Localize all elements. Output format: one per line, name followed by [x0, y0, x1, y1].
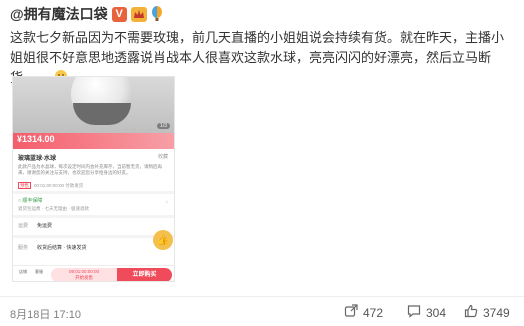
shop-icon: 店铺 [19, 269, 27, 274]
service-value: 收货后结算 · 快速发货 [37, 245, 87, 251]
product-screenshot[interactable]: 1/3 ¥1314.00 玻璃蓝球·水球 收藏 此款产品为水晶球，每次设定时间内… [12, 76, 175, 282]
buy-now-button: 立即购买 [117, 268, 172, 281]
shipping-label: 运费 [18, 223, 29, 229]
delivery-guarantee-sub: 退货包运费 · 七天无理由 · 极速退款 [18, 206, 89, 211]
like-count: 3749 [483, 305, 510, 320]
divider [13, 215, 174, 218]
divider [13, 235, 174, 238]
author-name[interactable]: @拥有魔法口袋 [10, 4, 108, 24]
like-button[interactable]: 3749 [464, 304, 510, 321]
product-image: 1/3 [13, 77, 174, 133]
price-bar: ¥1314.00 [13, 133, 174, 149]
delivery-guarantee: ○ 顺丰保障 [18, 198, 43, 204]
presale-text: 00:01:00:00:00 付款发货 [34, 183, 84, 188]
comment-icon [407, 304, 421, 321]
sticker-icon: 👍 [153, 230, 173, 250]
service-label: 服务 [18, 245, 29, 251]
repost-count: 472 [363, 305, 384, 320]
customer-service-icon: 客服 [35, 269, 43, 274]
globe-base [73, 103, 131, 125]
comment-button[interactable]: 304 [407, 304, 446, 321]
presale-tag: 预售 [18, 182, 31, 189]
thumbs-up-icon [464, 304, 478, 321]
countdown-label: 开始发售 [75, 275, 93, 280]
product-description: 此款产品为水晶球，每次设定时间内会补充库存，当前暂无货，请稍后再来，谢谢您的关注… [18, 164, 162, 175]
product-bottom-bar: 店铺 客服 09:01:00:00:00 开始发售 立即购买 [13, 265, 174, 281]
favorite-button: 收藏 [157, 154, 168, 160]
balloon-icon [151, 6, 163, 22]
product-price: ¥1314.00 [17, 134, 55, 144]
weibo-post-card: @拥有魔法口袋 V 这款七夕新品因为不需要玫瑰，前几天直播的小姐姐说会持续有货。… [0, 0, 524, 326]
post-date[interactable]: 8月18日 17:10 [10, 306, 81, 322]
countdown-pill: 09:01:00:00:00 开始发售 [51, 268, 117, 281]
chevron-right-icon: › [165, 199, 168, 206]
post-header: @拥有魔法口袋 V [10, 4, 163, 24]
image-page-indicator: 1/3 [157, 123, 170, 129]
member-badge-icon [130, 6, 147, 22]
verified-icon: V [111, 6, 127, 22]
divider [13, 191, 174, 194]
presale-row: 预售 00:01:00:00:00 付款发货 [18, 182, 84, 189]
product-title: 玻璃蓝球·水球 [18, 156, 56, 162]
comment-count: 304 [426, 305, 447, 320]
repost-icon [344, 304, 358, 321]
shipping-value: 免运费 [37, 223, 53, 229]
post-footer: 8月18日 17:10 472 304 3749 [0, 296, 524, 326]
repost-button[interactable]: 472 [344, 304, 383, 321]
